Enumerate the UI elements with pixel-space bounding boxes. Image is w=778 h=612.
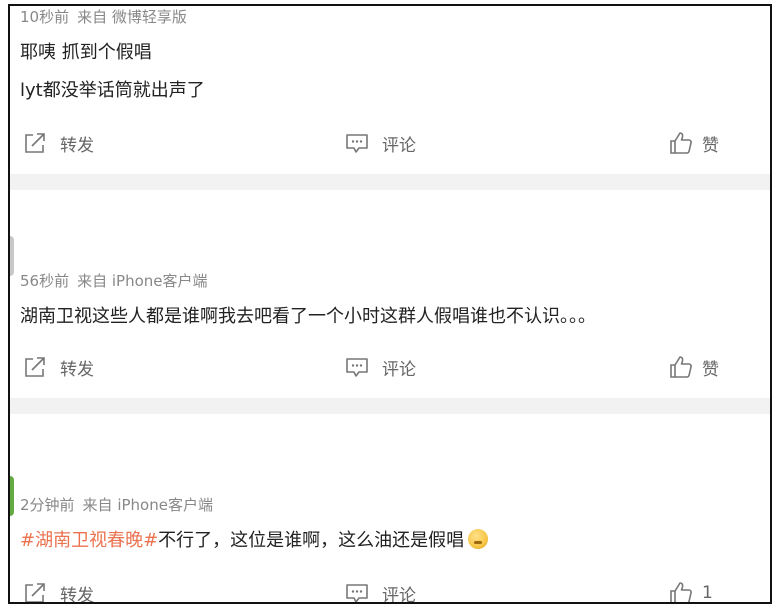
post-time[interactable]: 2分钟前 [20, 496, 75, 514]
share-icon [22, 130, 48, 156]
post-text: 不行了，这位是谁啊，这么油还是假唱 [158, 530, 465, 551]
post-text-line: 耶咦 抓到个假唱 [20, 42, 152, 63]
post-separator [10, 174, 770, 190]
post-meta: 10秒前 来自 微博轻享版 [20, 6, 187, 27]
thumbs-up-icon [668, 130, 694, 156]
comment-label: 评论 [382, 585, 416, 604]
share-icon [22, 580, 48, 602]
comment-label: 评论 [382, 359, 416, 380]
post-actions: 转发 评论 1 [10, 578, 770, 604]
post-text-line: lyt都没举话筒就出声了 [20, 80, 205, 101]
post-source: 来自 iPhone客户端 [77, 272, 208, 290]
share-label: 转发 [60, 359, 94, 380]
like-button[interactable]: 赞 [668, 352, 719, 382]
like-count: 1 [702, 583, 713, 603]
thumbs-up-icon [668, 354, 694, 380]
comment-icon [344, 354, 370, 380]
post-separator [10, 398, 770, 414]
comment-button[interactable]: 评论 [344, 578, 416, 604]
share-button[interactable]: 转发 [22, 352, 94, 382]
post-meta: 2分钟前 来自 iPhone客户端 [20, 494, 213, 515]
post-actions: 转发 评论 赞 [10, 352, 770, 382]
post-card: 56秒前 来自 iPhone客户端 湖南卫视这些人都是谁啊我去吧看了一个小时这群人… [10, 190, 770, 400]
share-icon [22, 354, 48, 380]
share-label: 转发 [60, 135, 94, 156]
hashtag-link[interactable]: #湖南卫视春晚# [20, 530, 158, 551]
comment-icon [344, 130, 370, 156]
comment-label: 评论 [382, 135, 416, 156]
thumbs-up-icon [668, 580, 694, 602]
post-source: 来自 iPhone客户端 [82, 496, 213, 514]
comment-icon [344, 580, 370, 602]
weibo-feed: 10秒前 来自 微博轻享版 耶咦 抓到个假唱 lyt都没举话筒就出声了 转发 评论 [8, 4, 772, 604]
comment-button[interactable]: 评论 [344, 128, 416, 158]
share-label: 转发 [60, 585, 94, 604]
share-button[interactable]: 转发 [22, 128, 94, 158]
share-button[interactable]: 转发 [22, 578, 94, 604]
like-button[interactable]: 赞 [668, 128, 719, 158]
post-card: 10秒前 来自 微博轻享版 耶咦 抓到个假唱 lyt都没举话筒就出声了 转发 评论 [10, 6, 770, 178]
post-actions: 转发 评论 赞 [10, 128, 770, 158]
post-text-line: 湖南卫视这些人都是谁啊我去吧看了一个小时这群人假唱谁也不认识。。。 [20, 306, 596, 327]
like-label: 赞 [702, 135, 719, 156]
like-button[interactable]: 1 [668, 578, 713, 603]
post-time[interactable]: 56秒前 [20, 272, 69, 290]
comment-button[interactable]: 评论 [344, 352, 416, 382]
shushing-face-emoji-icon [468, 529, 489, 549]
post-source: 来自 微博轻享版 [77, 8, 187, 26]
post-time[interactable]: 10秒前 [20, 8, 69, 26]
post-meta: 56秒前 来自 iPhone客户端 [20, 270, 208, 291]
post-card: 2分钟前 来自 iPhone客户端 #湖南卫视春晚#不行了，这位是谁啊，这么油还是… [10, 414, 770, 604]
post-text-line: #湖南卫视春晚#不行了，这位是谁啊，这么油还是假唱 [20, 526, 489, 552]
like-label: 赞 [702, 359, 719, 380]
